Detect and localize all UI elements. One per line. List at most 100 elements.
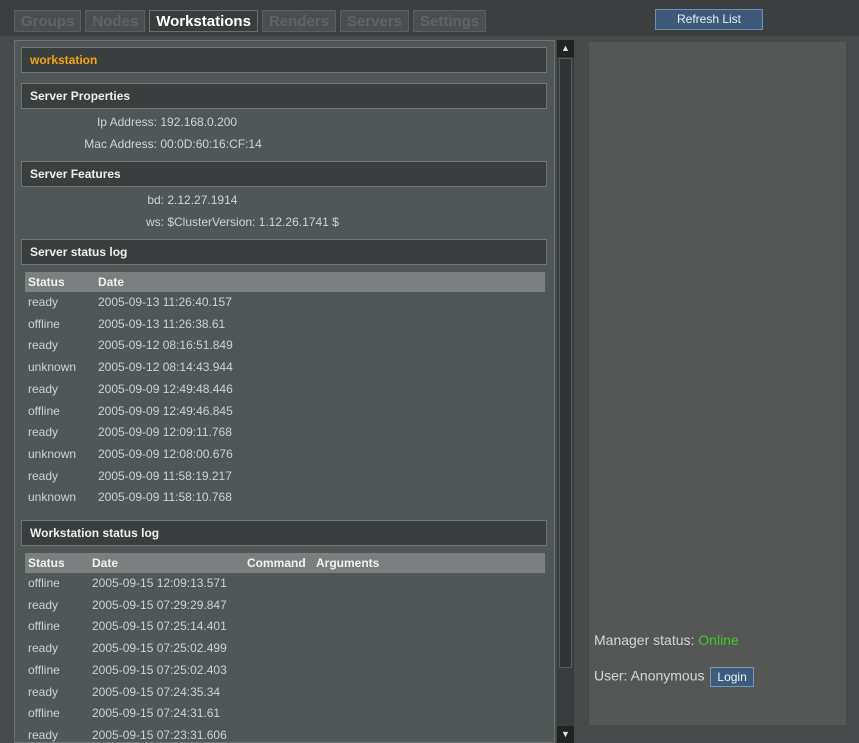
table-row[interactable]: unknown 2005-09-12 08:14:43.944 xyxy=(25,357,545,378)
mac-address-value: 00:0D:60:16:CF:14 xyxy=(160,137,262,151)
status-cell: offline xyxy=(28,403,60,418)
date-cell: 2005-09-09 12:49:46.845 xyxy=(98,403,233,418)
manager-status-value: Online xyxy=(698,632,739,648)
date-cell: 2005-09-09 12:49:48.446 xyxy=(98,381,233,396)
date-cell: 2005-09-09 11:58:10.768 xyxy=(98,490,232,505)
table-row[interactable]: ready 2005-09-09 11:58:19.217 xyxy=(25,466,545,487)
status-cell: offline xyxy=(28,662,60,677)
status-cell: ready xyxy=(28,295,59,309)
date-cell: 2005-09-15 07:24:35.34 xyxy=(92,684,221,699)
ws-row: ws: $ClusterVersion: 1.12.26.1741 $ xyxy=(15,215,339,229)
vertical-scrollbar[interactable]: ▲ ▼ xyxy=(557,40,574,743)
workstation-status-log-header: Workstation status log xyxy=(21,520,547,546)
column-header-date[interactable]: Date xyxy=(92,553,118,573)
table-row[interactable]: ready 2005-09-13 11:26:40.157 xyxy=(25,292,545,313)
date-cell: 2005-09-12 08:16:51.849 xyxy=(98,338,233,353)
arrow-down-icon[interactable]: ▼ xyxy=(557,726,574,743)
column-header-arguments[interactable]: Arguments xyxy=(316,553,379,573)
status-cell: unknown xyxy=(28,446,77,461)
tab-groups[interactable]: Groups xyxy=(14,10,82,32)
scrollbar-thumb[interactable] xyxy=(559,58,572,668)
status-cell: unknown xyxy=(28,360,77,375)
date-cell: 2005-09-15 07:29:29.847 xyxy=(92,597,227,612)
table-row[interactable]: offline 2005-09-13 11:26:38.61 xyxy=(25,314,545,335)
table-row[interactable]: offline 2005-09-09 12:49:46.845 xyxy=(25,401,545,422)
status-cell: offline xyxy=(28,706,60,721)
ws-value: $ClusterVersion: 1.12.26.1741 $ xyxy=(167,215,339,229)
server-log-table-header: Status Date xyxy=(25,272,545,292)
date-cell: 2005-09-09 12:09:11.768 xyxy=(98,425,232,440)
bd-row: bd: 2.12.27.1914 xyxy=(15,193,237,207)
column-header-date[interactable]: Date xyxy=(98,272,124,292)
table-row[interactable]: ready 2005-09-15 07:25:02.499 xyxy=(25,638,545,659)
server-properties-header: Server Properties xyxy=(21,83,547,109)
bd-value: 2.12.27.1914 xyxy=(167,193,238,207)
top-bar: Groups Nodes Workstations Renders Server… xyxy=(0,0,859,36)
mac-address-label: Mac Address: xyxy=(84,137,157,151)
workstation-title: workstation xyxy=(21,47,547,73)
tab-bar: Groups Nodes Workstations Renders Server… xyxy=(14,10,487,32)
server-features-header: Server Features xyxy=(21,161,547,187)
date-cell: 2005-09-15 07:25:14.401 xyxy=(92,619,227,634)
server-status-log-header: Server status log xyxy=(21,239,547,265)
login-button[interactable]: Login xyxy=(710,667,754,687)
date-cell: 2005-09-12 08:14:43.944 xyxy=(98,360,233,375)
arrow-up-icon[interactable]: ▲ xyxy=(557,40,574,57)
table-row[interactable]: ready 2005-09-12 08:16:51.849 xyxy=(25,335,545,356)
date-cell: 2005-09-15 12:09:13.571 xyxy=(92,576,227,590)
tab-servers[interactable]: Servers xyxy=(339,10,410,32)
ws-label: ws: xyxy=(146,215,164,229)
date-cell: 2005-09-15 07:23:31.606 xyxy=(92,727,227,742)
table-row[interactable]: offline 2005-09-15 07:25:02.403 xyxy=(25,660,545,681)
workstation-details-panel: workstation Server Properties Ip Address… xyxy=(14,40,555,743)
status-cell: offline xyxy=(28,316,60,331)
bd-label: bd: xyxy=(147,193,164,207)
manager-status-label: Manager status: xyxy=(594,632,695,648)
table-row[interactable]: offline 2005-09-15 07:24:31.61 xyxy=(25,703,545,724)
status-cell: ready xyxy=(28,425,59,440)
status-cell: ready xyxy=(28,338,59,353)
refresh-list-button[interactable]: Refresh List xyxy=(655,9,763,30)
manager-status: Manager status: Online xyxy=(594,632,739,648)
table-row[interactable]: offline 2005-09-15 12:09:13.571 xyxy=(25,573,545,594)
table-row[interactable]: ready 2005-09-15 07:23:31.606 xyxy=(25,725,545,742)
status-cell: offline xyxy=(28,576,60,590)
date-cell: 2005-09-15 07:25:02.499 xyxy=(92,641,227,656)
mac-address-row: Mac Address: 00:0D:60:16:CF:14 xyxy=(15,137,262,151)
ip-address-label: Ip Address: xyxy=(96,115,157,129)
user-row: User: Anonymous Login xyxy=(594,667,754,687)
tab-workstations[interactable]: Workstations xyxy=(149,10,258,32)
workstation-log-table-header: Status Date Command Arguments xyxy=(25,553,545,573)
table-row[interactable]: unknown 2005-09-09 11:58:10.768 xyxy=(25,487,545,508)
table-row[interactable]: ready 2005-09-09 12:09:11.768 xyxy=(25,422,545,443)
date-cell: 2005-09-15 07:24:31.61 xyxy=(92,706,221,721)
status-cell: offline xyxy=(28,619,60,634)
ip-address-row: Ip Address: 192.168.0.200 xyxy=(15,115,237,129)
date-cell: 2005-09-15 07:25:02.403 xyxy=(92,662,227,677)
user-label: User: Anonymous xyxy=(594,667,705,684)
table-row[interactable]: unknown 2005-09-09 12:08:00.676 xyxy=(25,444,545,465)
column-header-status[interactable]: Status xyxy=(28,553,65,573)
date-cell: 2005-09-09 11:58:19.217 xyxy=(98,468,232,483)
date-cell: 2005-09-09 12:08:00.676 xyxy=(98,446,233,461)
status-cell: ready xyxy=(28,381,59,396)
tab-nodes[interactable]: Nodes xyxy=(85,10,146,32)
status-cell: ready xyxy=(28,727,59,742)
table-row[interactable]: ready 2005-09-15 07:24:35.34 xyxy=(25,682,545,703)
table-row[interactable]: offline 2005-09-15 07:25:14.401 xyxy=(25,616,545,637)
tab-settings[interactable]: Settings xyxy=(413,10,487,32)
status-cell: ready xyxy=(28,641,59,656)
status-cell: ready xyxy=(28,597,59,612)
status-cell: unknown xyxy=(28,490,77,505)
tab-renders[interactable]: Renders xyxy=(261,10,336,32)
column-header-status[interactable]: Status xyxy=(28,272,65,292)
date-cell: 2005-09-13 11:26:40.157 xyxy=(98,295,232,309)
table-row[interactable]: ready 2005-09-15 07:29:29.847 xyxy=(25,595,545,616)
status-cell: ready xyxy=(28,684,59,699)
date-cell: 2005-09-13 11:26:38.61 xyxy=(98,316,226,331)
column-header-command[interactable]: Command xyxy=(247,553,306,573)
status-cell: ready xyxy=(28,468,59,483)
table-row[interactable]: ready 2005-09-09 12:49:48.446 xyxy=(25,379,545,400)
manager-panel: Manager status: Online User: Anonymous L… xyxy=(589,42,846,725)
ip-address-value: 192.168.0.200 xyxy=(160,115,238,129)
